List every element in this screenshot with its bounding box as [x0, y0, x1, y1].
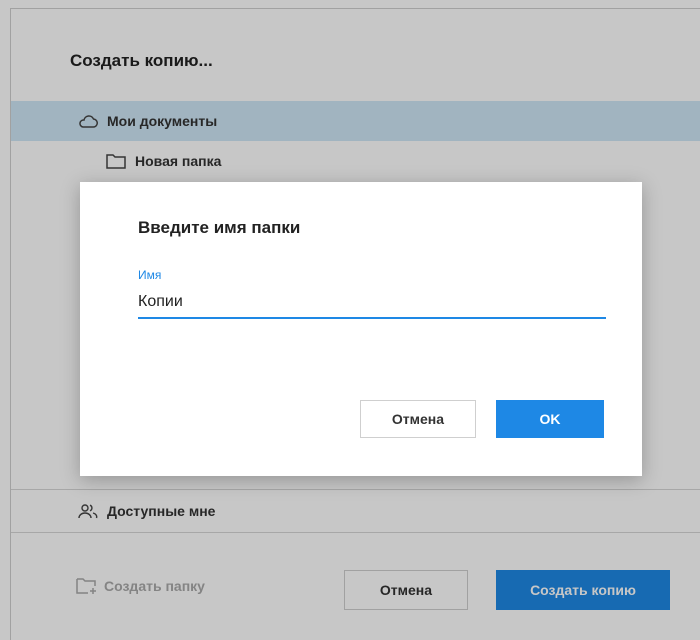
- folder-name-modal: Введите имя папки Имя Отмена OK: [80, 182, 642, 476]
- modal-title: Введите имя папки: [138, 218, 301, 237]
- modal-ok-button[interactable]: OK: [496, 400, 604, 438]
- modal-cancel-button[interactable]: Отмена: [360, 400, 476, 438]
- name-field-label: Имя: [138, 268, 162, 282]
- folder-name-input[interactable]: [138, 287, 606, 319]
- page: Создать копию... Мои документы Новая пап…: [0, 0, 700, 640]
